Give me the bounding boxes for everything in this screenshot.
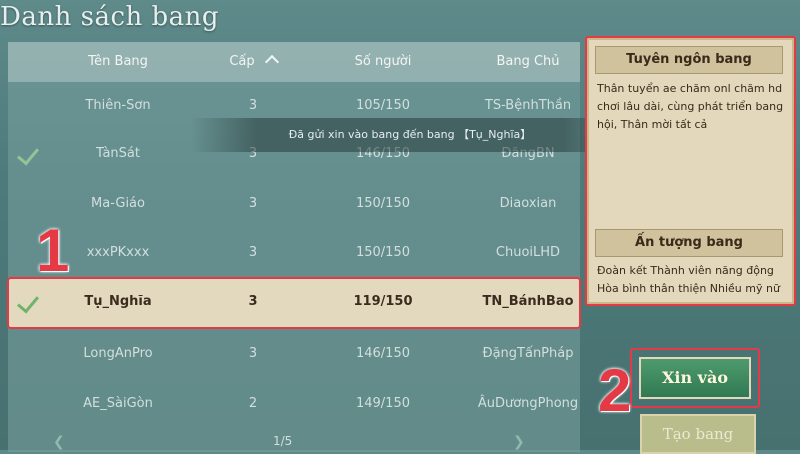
guild-name: Thiên-Sơn: [85, 98, 151, 113]
guild-members: 119/150: [353, 294, 413, 309]
checkmark-icon: [16, 142, 40, 166]
impression-title: Ấn tượng bang: [595, 229, 783, 257]
guild-leader: TS-BệnhThần: [484, 98, 572, 113]
guild-level: 3: [248, 98, 258, 113]
guild-leader: ĐặngTấnPháp: [482, 346, 574, 361]
guild-name: LongAnPro: [83, 346, 153, 361]
header-level-label: Cấp: [229, 54, 255, 69]
header-members[interactable]: Số người: [308, 54, 458, 69]
toast-message: Đã gửi xin vào bang đến bang 【Tụ_Nghĩa】: [190, 118, 630, 152]
join-button[interactable]: Xin vào: [639, 357, 751, 399]
table-row[interactable]: Ma-Giáo 3 150/150 Diaoxian: [8, 180, 580, 230]
guild-members: 146/150: [355, 346, 410, 361]
guild-leader: ÂuDươngPhong: [477, 396, 579, 411]
guild-level: 3: [248, 245, 258, 260]
step-1-annotation: 1: [36, 217, 70, 284]
table-row[interactable]: LongAnPro 3 146/150 ĐặngTấnPháp: [8, 330, 580, 380]
declaration-title: Tuyên ngôn bang: [595, 46, 783, 74]
header-leader[interactable]: Bang Chủ: [458, 54, 598, 69]
guild-members: 150/150: [355, 245, 410, 260]
guild-name: TànSát: [96, 146, 140, 161]
prev-page-icon[interactable]: ❮: [53, 434, 65, 450]
header-name[interactable]: Tên Bang: [38, 54, 198, 69]
guild-members: 149/150: [355, 396, 410, 411]
guild-leader: Diaoxian: [499, 196, 557, 211]
guild-level: 3: [248, 346, 258, 361]
header-level[interactable]: Cấp: [198, 54, 308, 70]
guild-name: Tụ_Nghĩa: [84, 294, 152, 309]
checkmark-icon: [16, 290, 40, 314]
guild-leader: TN_BánhBao: [482, 294, 574, 309]
guild-level: 2: [248, 396, 258, 411]
declaration-text: Thân tuyển ae chăm onl chăm hd chơi lâu …: [597, 82, 784, 131]
join-button-highlight: Xin vào: [630, 348, 760, 408]
guild-level: 3: [248, 196, 258, 211]
guild-members: 105/150: [355, 98, 410, 113]
table-row-selected[interactable]: Tụ_Nghĩa 3 119/150 TN_BánhBao: [7, 277, 581, 329]
table-row[interactable]: xxxPKxxx 3 150/150 ChuoiLHD: [8, 229, 580, 279]
sort-ascending-icon[interactable]: [264, 54, 279, 70]
guild-members: 150/150: [355, 196, 410, 211]
page-indicator: 1/5: [273, 434, 293, 448]
guild-name: Ma-Giáo: [91, 196, 145, 211]
create-guild-button[interactable]: Tạo bang: [640, 414, 756, 454]
pager: ❮ 1/5 ❯: [8, 432, 580, 452]
table-header: Tên Bang Cấp Số người Bang Chủ: [8, 42, 580, 82]
guild-name: AE_SàiGòn: [83, 396, 153, 411]
table-row[interactable]: AE_SàiGòn 2 149/150 ÂuDươngPhong: [8, 380, 580, 430]
guild-level: 3: [248, 294, 258, 309]
next-page-icon[interactable]: ❯: [513, 434, 525, 450]
step-2-annotation: 2: [598, 357, 632, 424]
window-title: Danh sách bang: [0, 2, 220, 32]
guild-leader: ChuoiLHD: [495, 245, 561, 260]
guild-info-panel: Tuyên ngôn bang Thân tuyển ae chăm onl c…: [585, 36, 796, 306]
impression-text: Đoàn kết Thành viên năng động Hòa bình t…: [597, 264, 780, 295]
